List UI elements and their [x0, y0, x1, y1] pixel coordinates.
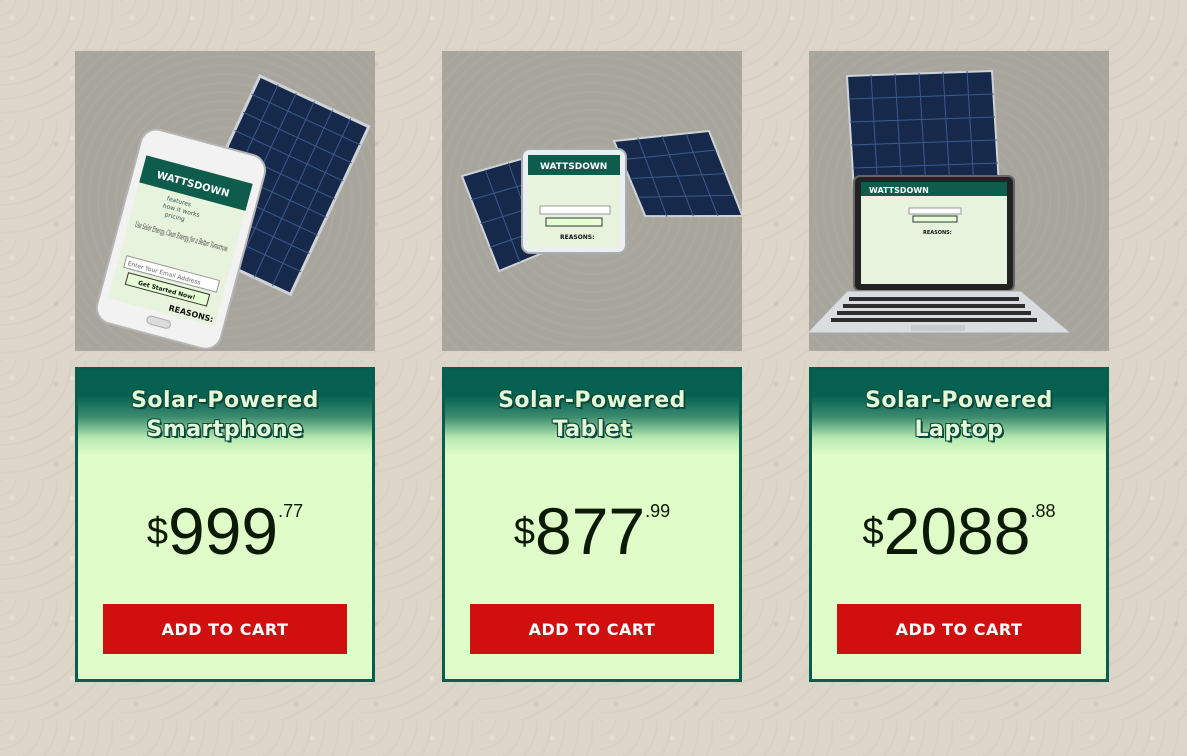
product-title-line2: Tablet	[552, 416, 632, 442]
card-header: Solar-Powered Smartphone	[78, 370, 372, 455]
product-title: Solar-Powered Smartphone	[131, 386, 319, 444]
svg-text:WATTSDOWN: WATTSDOWN	[540, 162, 607, 172]
product-image-smartphone[interactable]: WATTSDOWN features how it works pricing …	[75, 51, 375, 351]
product-price: $2088.88	[812, 493, 1106, 569]
price-currency: $	[146, 511, 168, 553]
product-title-line1: Solar-Powered	[865, 387, 1053, 413]
svg-text:WATTSDOWN: WATTSDOWN	[869, 186, 929, 195]
product-price: $999.77	[78, 493, 372, 569]
product-title: Solar-Powered Tablet	[498, 386, 686, 444]
card-header: Solar-Powered Laptop	[812, 370, 1106, 455]
svg-text:REASONS:: REASONS:	[923, 230, 952, 236]
product-title-line1: Solar-Powered	[131, 387, 319, 413]
product-title: Solar-Powered Laptop	[865, 386, 1053, 444]
price-whole: 999	[167, 494, 279, 568]
product-price: $877.99	[445, 493, 739, 569]
add-to-cart-button[interactable]: ADD TO CART	[470, 604, 714, 654]
laptop-solar-illustration: WATTSDOWN REASONS:	[809, 69, 1073, 334]
add-to-cart-button[interactable]: ADD TO CART	[103, 604, 347, 654]
product-title-line2: Laptop	[914, 416, 1004, 442]
add-to-cart-button[interactable]: ADD TO CART	[837, 604, 1081, 654]
product-image-laptop[interactable]: WATTSDOWN REASONS:	[809, 51, 1109, 351]
price-currency: $	[862, 511, 884, 553]
price-cents: .99	[645, 501, 671, 521]
price-cents: .77	[278, 501, 304, 521]
smartphone-solar-illustration: WATTSDOWN features how it works pricing …	[95, 74, 371, 350]
product-smartphone: WATTSDOWN features how it works pricing …	[75, 51, 375, 682]
price-cents: .88	[1030, 501, 1056, 521]
price-whole: 877	[534, 494, 646, 568]
price-currency: $	[513, 511, 535, 553]
product-title-line1: Solar-Powered	[498, 387, 686, 413]
product-card-tablet: Solar-Powered Tablet $877.99 ADD TO CART	[442, 367, 742, 682]
product-tablet: WATTSDOWN REASONS: Solar-Powered Tablet …	[442, 51, 742, 682]
card-header: Solar-Powered Tablet	[445, 370, 739, 455]
svg-text:REASONS:: REASONS:	[560, 234, 595, 241]
product-card-laptop: Solar-Powered Laptop $2088.88 ADD TO CAR…	[809, 367, 1109, 682]
product-card-smartphone: Solar-Powered Smartphone $999.77 ADD TO …	[75, 367, 375, 682]
product-image-tablet[interactable]: WATTSDOWN REASONS:	[442, 51, 742, 351]
price-whole: 2088	[883, 494, 1031, 568]
tablet-solar-illustration: WATTSDOWN REASONS:	[460, 129, 742, 273]
product-laptop: WATTSDOWN REASONS: Solar-Powered Laptop …	[809, 51, 1109, 682]
product-title-line2: Smartphone	[146, 416, 304, 442]
